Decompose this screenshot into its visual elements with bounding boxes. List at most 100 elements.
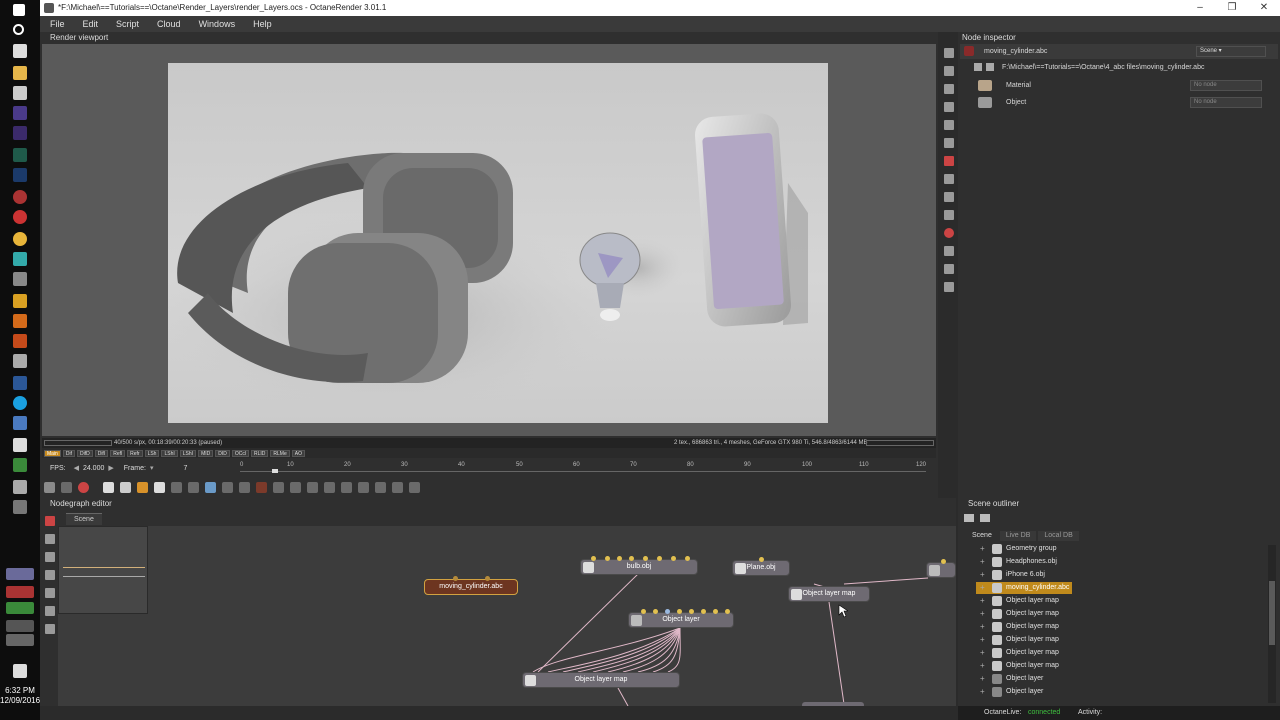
outliner-item[interactable]: + Object layer [976, 686, 1076, 698]
lock-viewport-icon[interactable] [409, 481, 420, 493]
inspector-node-header[interactable]: moving_cylinder.abc Scene ▾ [960, 44, 1278, 59]
tray-icons-3[interactable] [6, 602, 34, 614]
app-icon-yellow[interactable] [13, 294, 27, 308]
node-pin[interactable] [941, 559, 946, 564]
pass-difd[interactable]: DifD [76, 449, 93, 457]
inspector-tool-icon[interactable] [944, 264, 954, 274]
windows-start-icon[interactable] [13, 4, 25, 16]
nodegraph-tool-icon[interactable] [45, 534, 55, 544]
object-select-icon[interactable] [273, 481, 284, 493]
node-pin[interactable] [617, 556, 622, 561]
fps-value[interactable]: 24.000 [83, 465, 104, 472]
volume-icon[interactable] [6, 634, 34, 646]
color-picker-icon[interactable] [205, 481, 216, 493]
nodegraph-tool-icon[interactable] [45, 624, 55, 634]
fit-icon[interactable] [171, 481, 182, 493]
app-icon-green[interactable] [13, 458, 27, 472]
node-partial-bottom[interactable] [802, 702, 864, 706]
app-icon-fire[interactable] [13, 334, 27, 348]
inspector-tool-icon[interactable] [944, 120, 954, 130]
outliner-item[interactable]: + Headphones.obj [976, 556, 1076, 568]
node-pin[interactable] [759, 557, 764, 562]
nodegraph-tool-icon[interactable] [45, 570, 55, 580]
node-pin[interactable] [671, 556, 676, 561]
nodegraph-tool-icon[interactable] [45, 516, 55, 526]
material-picker-icon[interactable] [324, 481, 335, 493]
tab-local-db[interactable]: Local DB [1038, 531, 1079, 541]
pass-dif[interactable]: Dif [62, 449, 75, 457]
nodegraph-tool-icon[interactable] [45, 588, 55, 598]
nodegraph-minimap[interactable] [58, 526, 148, 614]
app-icon-blue[interactable] [13, 416, 27, 430]
scene-combo[interactable]: Scene ▾ [1196, 46, 1266, 57]
material-combo[interactable]: No node [1190, 80, 1262, 91]
app-icon-star[interactable] [13, 354, 27, 368]
app-icon-red-2[interactable] [13, 210, 27, 224]
node-geometry-group[interactable] [926, 559, 956, 578]
outliner-item[interactable]: + Object layer [976, 673, 1076, 685]
file-icon[interactable] [986, 63, 994, 71]
pass-difi[interactable]: DifI [94, 449, 109, 457]
outliner-item[interactable]: + Object layer map [976, 634, 1076, 646]
pass-rlid[interactable]: RLID [250, 449, 269, 457]
word-icon[interactable] [13, 376, 27, 390]
inspector-tool-icon[interactable] [944, 246, 954, 256]
outliner-expand-icon[interactable] [964, 514, 974, 522]
node-plane[interactable]: Plane.obj [732, 557, 790, 576]
speaker-icon[interactable] [13, 480, 27, 494]
menu-help[interactable]: Help [253, 19, 272, 29]
wb-icon[interactable] [256, 481, 267, 493]
cortana-icon[interactable] [13, 24, 24, 35]
pass-refl[interactable]: Refl [110, 449, 126, 457]
inspector-material-row[interactable]: Material No node [976, 78, 1276, 93]
restore-icon[interactable]: ❐ [1217, 0, 1247, 16]
node-moving-cylinder[interactable]: moving_cylinder.abc [424, 576, 518, 595]
inspector-tool-icon[interactable] [944, 84, 954, 94]
expand-plus-icon[interactable]: + [980, 686, 985, 698]
pass-main[interactable]: Main [44, 449, 61, 457]
outliner-item[interactable]: + Object layer map [976, 608, 1076, 620]
pass-mid[interactable]: MID [198, 449, 214, 457]
focus-icon[interactable] [222, 481, 233, 493]
node-pin[interactable] [713, 609, 718, 614]
node-pin[interactable] [677, 609, 682, 614]
outliner-item[interactable]: + Object layer map [976, 647, 1076, 659]
expand-plus-icon[interactable]: + [980, 608, 985, 620]
expand-plus-icon[interactable]: + [980, 634, 985, 646]
minimize-icon[interactable]: – [1185, 0, 1215, 16]
node-pin[interactable] [665, 609, 670, 614]
color-sphere-icon[interactable] [78, 481, 89, 493]
nodegraph-tab-scene[interactable]: Scene [66, 513, 102, 525]
pass-occl[interactable]: OCcl [231, 449, 249, 457]
timeline-playhead[interactable] [272, 469, 278, 473]
restart-icon[interactable] [120, 481, 131, 493]
inspector-tool-icon[interactable] [944, 138, 954, 148]
fps-increase-icon[interactable]: ▶ [108, 464, 113, 472]
pass-ao[interactable]: AO [291, 449, 305, 457]
settings-icon[interactable] [44, 481, 55, 493]
pass-refr[interactable]: Refr [127, 449, 143, 457]
inspector-tool-icon[interactable] [944, 192, 954, 202]
audition-icon[interactable] [13, 148, 27, 162]
expand-plus-icon[interactable]: + [980, 647, 985, 659]
outliner-collapse-icon[interactable] [980, 514, 990, 522]
tab-scene[interactable]: Scene [966, 531, 998, 541]
app-icon-orange[interactable] [13, 314, 27, 328]
inspector-tool-icon[interactable] [944, 66, 954, 76]
expand-plus-icon[interactable]: + [980, 543, 985, 555]
taskbar-clock[interactable]: 6:32 PM 12/09/2016 [0, 686, 40, 706]
pass-lshi[interactable]: LShI [161, 449, 178, 457]
node-pin[interactable] [653, 609, 658, 614]
outliner-item-selected[interactable]: + moving_cylinder.abc [976, 582, 1072, 594]
task-view-icon[interactable] [13, 44, 27, 58]
nodegraph-canvas[interactable]: moving_cylinder.abc bulb.obj Plane.obj O… [58, 526, 956, 706]
tab-live-db[interactable]: Live DB [999, 531, 1037, 541]
app-icon-gray[interactable] [13, 500, 27, 514]
outliner-item[interactable]: + Object layer map [976, 595, 1076, 607]
inspector-tool-icon[interactable] [944, 48, 954, 58]
pin-icon[interactable] [974, 63, 982, 71]
inspector-tool-icon[interactable] [944, 282, 954, 292]
inspector-tool-icon[interactable] [944, 102, 954, 112]
region-icon[interactable] [61, 481, 72, 493]
zoom-icon[interactable] [290, 481, 301, 493]
